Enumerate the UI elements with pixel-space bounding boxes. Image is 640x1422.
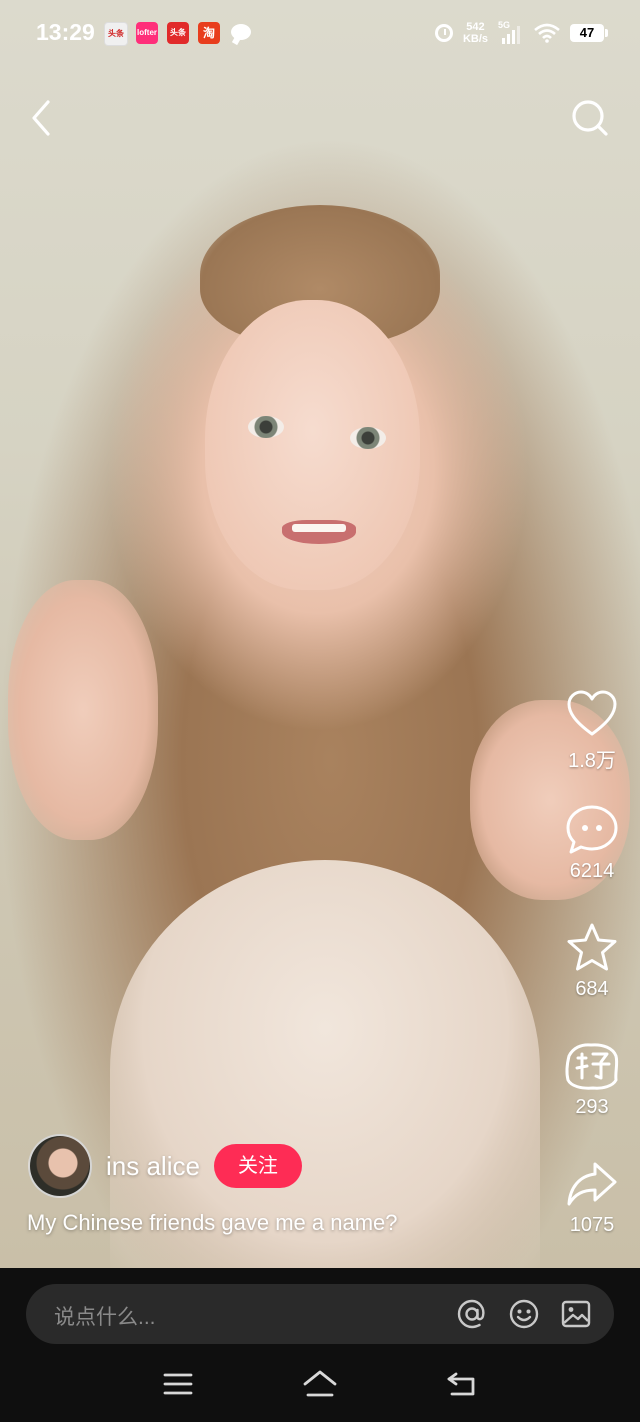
at-icon <box>457 1299 485 1329</box>
video-frame-eye <box>248 416 284 438</box>
video-frame-hand <box>8 580 158 840</box>
emoji-icon <box>509 1299 539 1329</box>
wifi-icon <box>534 23 560 43</box>
alarm-icon <box>434 24 453 42</box>
share-action[interactable]: 1075 <box>556 1156 628 1237</box>
comment-count: 6214 <box>569 860 615 882</box>
follow-button[interactable]: 关注 <box>213 1144 302 1188</box>
video-frame-face <box>205 300 420 590</box>
heart-icon <box>567 690 617 736</box>
search-icon <box>572 100 608 136</box>
video-caption[interactable]: My Chinese friends gave me a name? <box>27 1210 398 1236</box>
author-row: ins alice 关注 <box>28 1134 302 1198</box>
comment-input[interactable]: 说点什么... <box>26 1284 614 1344</box>
notification-icon: 头条 <box>167 22 189 44</box>
like-count: 1.8万 <box>568 750 616 772</box>
chevron-left-icon <box>32 100 50 136</box>
like-action[interactable]: 1.8万 <box>556 686 628 773</box>
video-frame-mouth <box>282 520 356 544</box>
recent-apps-button[interactable] <box>154 1366 202 1402</box>
notification-icon: lofter <box>136 22 158 44</box>
search-button[interactable] <box>566 96 614 140</box>
comment-action[interactable]: 6214 <box>556 802 628 883</box>
favorite-action[interactable]: 684 <box>556 920 628 1001</box>
back-button[interactable] <box>24 96 64 140</box>
battery-icon: 47 <box>570 24 608 42</box>
share-icon <box>567 1162 617 1206</box>
status-time: 13:29 <box>36 19 95 45</box>
home-icon <box>303 1370 337 1397</box>
notification-icon: 头条 <box>104 22 128 46</box>
return-icon <box>447 1372 475 1396</box>
avatar[interactable] <box>28 1134 92 1198</box>
status-bar: 13:29 头条 lofter 头条 淘 542 KB/s 5G 47 <box>0 0 640 68</box>
emoji-button[interactable] <box>506 1296 542 1332</box>
video-frame-eye <box>350 427 386 449</box>
system-back-button[interactable] <box>438 1366 486 1402</box>
comment-placeholder: 说点什么... <box>54 1306 156 1329</box>
mention-button[interactable] <box>454 1296 490 1332</box>
gift-badge-icon <box>565 1043 619 1090</box>
gift-count: 293 <box>575 1096 609 1118</box>
home-button[interactable] <box>296 1366 344 1402</box>
signal-icon: 5G <box>498 20 524 44</box>
system-nav-bar <box>0 1352 640 1422</box>
image-button[interactable] <box>558 1296 594 1332</box>
video-frame-dress <box>110 860 540 1268</box>
message-bubble-icon <box>231 24 251 40</box>
star-icon <box>567 923 617 971</box>
video-player[interactable] <box>0 0 640 1268</box>
author-name[interactable]: ins alice <box>106 1151 200 1182</box>
notification-icon: 淘 <box>198 22 220 44</box>
gift-action[interactable]: 293 <box>556 1038 628 1119</box>
comment-icon <box>566 805 618 854</box>
network-speed: 542 KB/s <box>462 21 488 45</box>
share-count: 1075 <box>569 1214 615 1236</box>
menu-icon <box>163 1373 193 1395</box>
favorite-count: 684 <box>575 978 609 1000</box>
image-icon <box>561 1300 591 1328</box>
